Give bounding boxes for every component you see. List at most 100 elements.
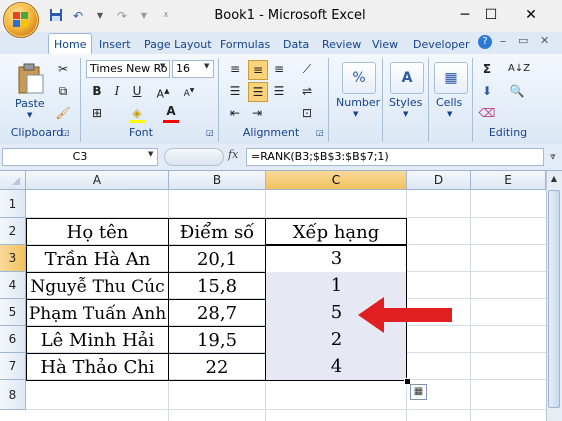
close-button[interactable]: ✕ — [516, 4, 546, 26]
header-cell-rank[interactable]: Xếp hạng — [265, 218, 407, 246]
font-name-dropdown-icon[interactable]: ▼ — [160, 62, 165, 70]
insert-function-icon[interactable]: fx — [228, 148, 238, 161]
table-cell-b4[interactable]: 15,8 — [168, 272, 266, 300]
maximize-button[interactable]: ☐ — [476, 4, 506, 26]
styles-icon[interactable]: A — [390, 62, 424, 94]
table-cell-b7[interactable]: 22 — [168, 353, 266, 381]
align-left-icon[interactable]: ☰ — [226, 82, 244, 100]
expand-formula-bar-icon[interactable]: ⩔ — [546, 148, 560, 166]
tab-view[interactable]: View — [372, 36, 398, 54]
clipboard-dialog-launcher-icon[interactable]: ◲ — [62, 128, 70, 137]
align-bottom-icon[interactable]: ≡ — [270, 60, 288, 78]
row-header-1[interactable]: 1 — [0, 190, 26, 218]
office-button[interactable] — [3, 2, 39, 38]
undo-dropdown-icon[interactable]: ▼ — [92, 8, 108, 24]
orientation-icon[interactable]: ⟋ — [298, 60, 316, 78]
column-header-a[interactable]: A — [26, 171, 169, 190]
name-box-dropdown-icon[interactable]: ▼ — [148, 150, 153, 158]
find-select-icon[interactable]: 🔍 — [508, 82, 526, 100]
auto-fill-options-icon[interactable]: ▦ — [410, 384, 427, 400]
tab-home[interactable]: Home — [48, 33, 93, 55]
table-cell-a3[interactable]: Trần Hà An — [26, 245, 169, 273]
tab-review[interactable]: Review — [322, 36, 361, 54]
ribbon-minimize-icon[interactable]: – — [500, 34, 506, 48]
styles-button-label[interactable]: Styles — [389, 96, 422, 109]
number-button-label[interactable]: Number — [336, 96, 380, 109]
help-icon[interactable]: ? — [478, 35, 492, 49]
tab-data[interactable]: Data — [283, 36, 309, 54]
row-header-4[interactable]: 4 — [0, 272, 26, 299]
format-painter-icon[interactable]: 🖌 — [54, 104, 72, 122]
formula-bar-splitter[interactable] — [164, 148, 224, 166]
wrap-text-icon[interactable]: ⇌ — [298, 82, 316, 100]
row-header-7[interactable]: 7 — [0, 353, 26, 380]
row-header-3[interactable]: 3 — [0, 245, 26, 272]
table-cell-a6[interactable]: Lê Minh Hải — [26, 326, 169, 354]
font-name-select[interactable]: Times New Ro — [86, 60, 170, 78]
align-top-icon[interactable]: ≡ — [226, 60, 244, 78]
merge-center-icon[interactable]: ⊡ — [298, 104, 316, 122]
align-center-icon[interactable]: ☰ — [248, 82, 268, 102]
redo-icon[interactable]: ↷ — [114, 8, 130, 24]
column-header-b[interactable]: B — [169, 171, 266, 190]
underline-icon[interactable]: U — [128, 82, 146, 100]
number-dropdown-icon[interactable]: ▼ — [353, 110, 358, 118]
paste-button[interactable]: Paste ▼ — [12, 60, 50, 122]
select-all-corner[interactable] — [0, 171, 26, 190]
row-header-5[interactable]: 5 — [0, 299, 26, 326]
redo-dropdown-icon[interactable]: ▼ — [136, 8, 152, 24]
table-cell-b6[interactable]: 19,5 — [168, 326, 266, 354]
undo-icon[interactable]: ↶ — [70, 8, 86, 24]
header-cell-score[interactable]: Điểm số — [168, 218, 266, 246]
formula-input[interactable]: =RANK(B3;$B$3:$B$7;1) — [246, 148, 544, 166]
cells-icon[interactable]: ▦ — [434, 62, 468, 94]
column-header-c[interactable]: C — [266, 171, 407, 190]
autosum-icon[interactable]: Σ — [478, 60, 496, 78]
row-header-6[interactable]: 6 — [0, 326, 26, 353]
row-header-2[interactable]: 2 — [0, 218, 26, 245]
column-header-d[interactable]: D — [407, 171, 471, 190]
column-header-e[interactable]: E — [471, 171, 546, 190]
fill-icon[interactable]: ⬇ — [478, 82, 496, 100]
cells-button-label[interactable]: Cells — [436, 96, 462, 109]
copy-icon[interactable]: ⧉ — [54, 82, 72, 100]
decrease-indent-icon[interactable]: ⇤ — [226, 104, 244, 122]
table-cell-a4[interactable]: Nguyễ Thu Cúc — [26, 272, 169, 300]
ribbon-restore-icon[interactable]: ▭ — [518, 34, 528, 47]
row-header-8[interactable]: 8 — [0, 380, 26, 410]
clear-icon[interactable]: ⌫ — [478, 104, 496, 122]
borders-icon[interactable]: ⊞ — [88, 104, 106, 122]
customize-qat-icon[interactable]: ⩡ — [158, 8, 174, 24]
tab-formulas[interactable]: Formulas — [220, 36, 270, 54]
align-right-icon[interactable]: ☰ — [270, 82, 288, 100]
font-color-icon[interactable]: A — [162, 102, 180, 120]
sort-filter-icon[interactable]: A↓Z — [508, 60, 530, 78]
align-middle-icon[interactable]: ≡ — [248, 60, 268, 80]
tab-insert[interactable]: Insert — [99, 36, 131, 54]
styles-dropdown-icon[interactable]: ▼ — [403, 110, 408, 118]
font-dialog-launcher-icon[interactable]: ◲ — [206, 128, 214, 137]
save-icon[interactable] — [48, 8, 64, 24]
header-cell-name[interactable]: Họ tên — [26, 218, 169, 246]
scroll-thumb[interactable] — [548, 190, 560, 408]
italic-icon[interactable]: I — [108, 82, 126, 100]
window-title: Book1 - Microsoft Excel — [214, 8, 366, 23]
ribbon-close-icon[interactable]: ✕ — [540, 34, 549, 47]
table-cell-b5[interactable]: 28,7 — [168, 299, 266, 327]
table-cell-b3[interactable]: 20,1 — [168, 245, 266, 273]
table-cell-a5[interactable]: Phạm Tuấn Anh — [26, 299, 169, 327]
name-box[interactable]: C3 — [2, 148, 158, 166]
number-format-icon[interactable]: % — [342, 62, 376, 94]
tab-page-layout[interactable]: Page Layout — [144, 36, 212, 54]
cells-dropdown-icon[interactable]: ▼ — [447, 110, 452, 118]
increase-indent-icon[interactable]: ⇥ — [248, 104, 266, 122]
table-cell-a7[interactable]: Hà Thảo Chi — [26, 353, 169, 381]
shrink-font-icon[interactable]: A▼ — [180, 82, 198, 100]
alignment-dialog-launcher-icon[interactable]: ◲ — [316, 128, 324, 137]
grow-font-icon[interactable]: A▲ — [154, 82, 172, 101]
scroll-up-icon[interactable]: ▲ — [547, 172, 561, 186]
bold-icon[interactable]: B — [88, 82, 106, 100]
font-size-dropdown-icon[interactable]: ▼ — [204, 62, 209, 70]
tab-developer[interactable]: Developer — [413, 36, 470, 54]
cut-icon[interactable]: ✂ — [54, 60, 72, 78]
